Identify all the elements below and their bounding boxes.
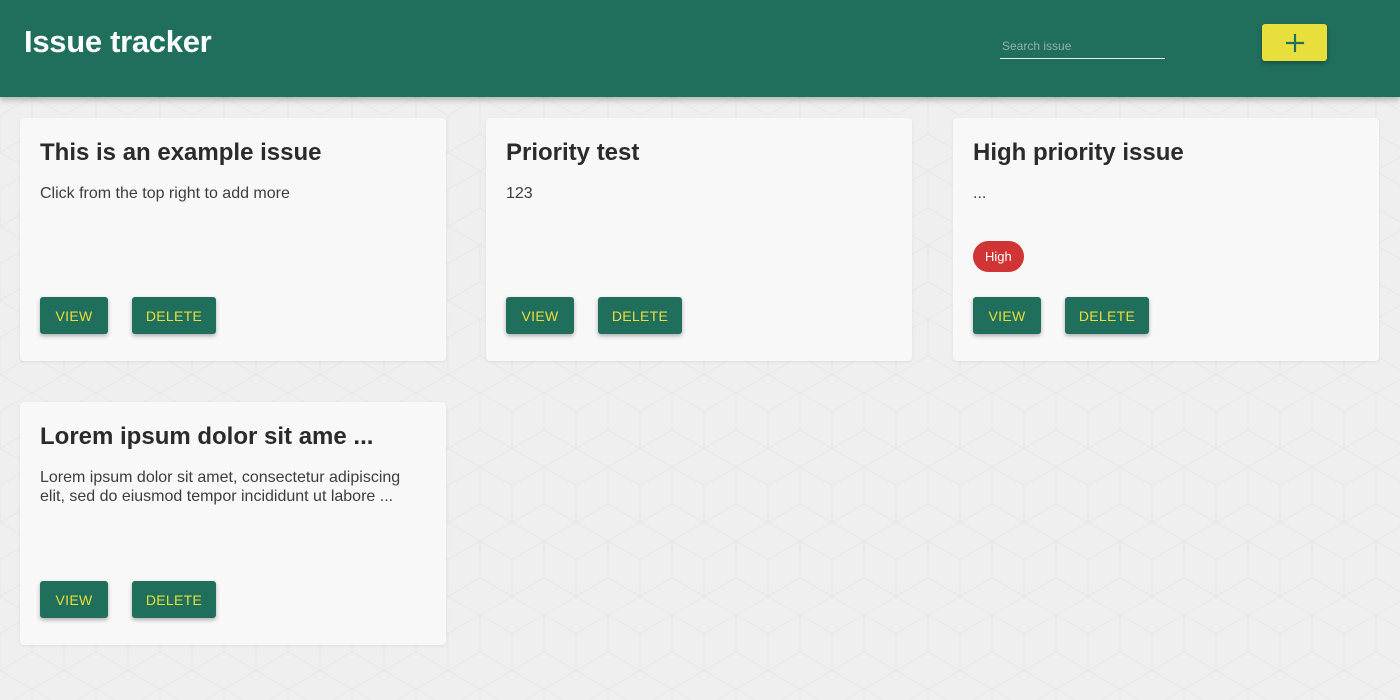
view-button[interactable]: VIEW <box>506 297 574 334</box>
search-field <box>1000 33 1165 59</box>
view-button[interactable]: VIEW <box>40 581 108 618</box>
delete-button[interactable]: DELETE <box>132 581 216 618</box>
issue-card: This is an example issue Click from the … <box>20 118 446 361</box>
view-button[interactable]: VIEW <box>973 297 1041 334</box>
delete-button[interactable]: DELETE <box>132 297 216 334</box>
add-issue-button[interactable] <box>1262 24 1327 61</box>
issue-description: ... <box>973 185 987 202</box>
plus-icon <box>1285 33 1304 52</box>
delete-button[interactable]: DELETE <box>1065 297 1149 334</box>
issue-description: Lorem ipsum dolor sit amet, consectetur … <box>40 469 401 505</box>
issue-description: Click from the top right to add more <box>40 185 290 202</box>
view-button[interactable]: VIEW <box>40 297 108 334</box>
issue-card: Lorem ipsum dolor sit ame ... Lorem ipsu… <box>20 402 446 645</box>
priority-badge: High <box>973 241 1024 272</box>
issue-title: High priority issue <box>973 139 1184 166</box>
issue-title: Lorem ipsum dolor sit ame ... <box>40 423 374 450</box>
app-title: Issue tracker <box>24 24 212 59</box>
delete-button[interactable]: DELETE <box>598 297 682 334</box>
issue-description: 123 <box>506 185 533 202</box>
issue-card: Priority test 123 VIEW DELETE <box>486 118 912 361</box>
issue-card: High priority issue ... High VIEW DELETE <box>953 118 1379 361</box>
app-header: Issue tracker <box>0 0 1400 97</box>
issue-title: Priority test <box>506 139 640 166</box>
search-input[interactable] <box>1000 33 1165 58</box>
issue-title: This is an example issue <box>40 139 322 166</box>
